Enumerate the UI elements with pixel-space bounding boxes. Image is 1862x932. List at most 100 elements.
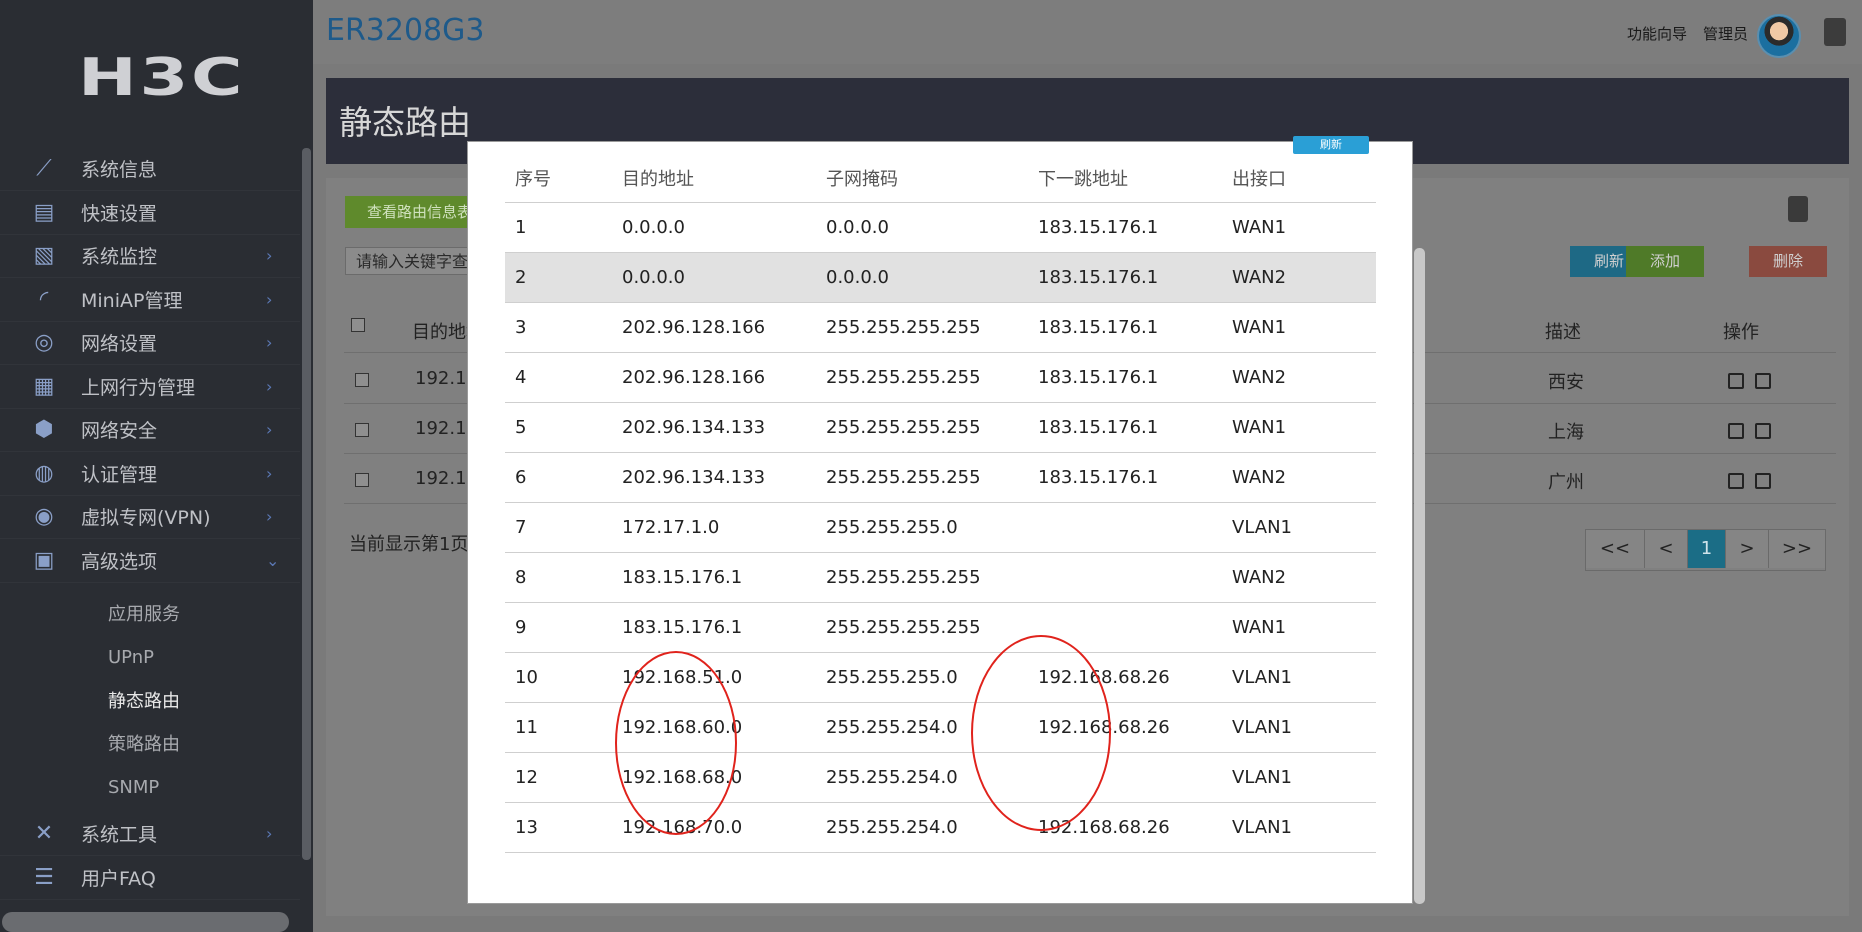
table-row[interactable]: 11 192.168.60.0 255.255.254.0 192.168.68.26… (505, 702, 1376, 753)
nav-item-advanced[interactable]: ▣ 高级选项 ⌄ (0, 538, 300, 583)
table-row[interactable]: 10 192.168.51.0 255.255.255.0 192.168.68.26… (505, 652, 1376, 703)
cell-interface: VLAN1 (1232, 752, 1376, 803)
sidebar-scrollbar[interactable] (302, 148, 311, 860)
cell-interface: WAN1 (1232, 402, 1376, 453)
shield-icon: ⬢ (34, 416, 54, 442)
notebook-icon[interactable] (1824, 18, 1846, 46)
sidebar: H3C ⟋ 系统信息 ▤ 快速设置 ▧ 系统监控 › ◜ MiniAP管理 › … (0, 0, 313, 932)
cell-mask: 255.255.255.255 (826, 452, 1038, 503)
cell-nexthop: 183.15.176.1 (1038, 252, 1232, 303)
edit-icon[interactable] (1728, 423, 1744, 439)
wizard-link[interactable]: 功能向导 (1627, 23, 1687, 44)
page-title: 静态路由 (339, 103, 471, 142)
table-row[interactable]: 9 183.15.176.1 255.255.255.255 WAN1 (505, 602, 1376, 653)
table-row[interactable]: 5 202.96.134.133 255.255.255.255 183.15.176… (505, 402, 1376, 453)
h3c-logo: H3C (78, 48, 246, 108)
next-page-button[interactable]: > (1726, 530, 1769, 568)
nav-item-vpn[interactable]: ◉ 虚拟专网(VPN) › (0, 494, 300, 539)
subnav-policy-route[interactable]: 策略路由 (108, 730, 180, 760)
cell-index: 12 (505, 752, 622, 803)
nav-item-quick-setup[interactable]: ▤ 快速设置 (0, 190, 300, 235)
cell-dest: 192.168.51.0 (622, 652, 826, 703)
nav-item-system-monitor[interactable]: ▧ 系统监控 › (0, 233, 300, 278)
edit-icon[interactable] (1728, 373, 1744, 389)
chevron-down-icon: ⌄ (266, 550, 280, 570)
globe-icon: ◎ (34, 329, 54, 355)
pagination: << < 1 > >> (1585, 529, 1826, 571)
horizontal-scrollbar[interactable] (2, 912, 289, 932)
table-row[interactable]: 4 202.96.128.166 255.255.255.255 183.15.176… (505, 352, 1376, 403)
add-button[interactable]: 添加 (1626, 246, 1704, 277)
nav-label: MiniAP管理 (81, 289, 183, 312)
nav-item-behavior-mgmt[interactable]: ▦ 上网行为管理 › (0, 364, 300, 409)
first-page-button[interactable]: << (1586, 530, 1645, 568)
nav-item-network-security[interactable]: ⬢ 网络安全 › (0, 407, 300, 452)
nav-item-faq[interactable]: ☰ 用户FAQ (0, 855, 300, 900)
last-page-button[interactable]: >> (1769, 530, 1825, 568)
table-row[interactable]: 2 0.0.0.0 0.0.0.0 183.15.176.1 WAN2 (505, 252, 1376, 303)
table-row[interactable]: 13 192.168.70.0 255.255.254.0 192.168.68.26… (505, 802, 1376, 853)
avatar[interactable] (1757, 14, 1801, 58)
table-row[interactable]: 1 0.0.0.0 0.0.0.0 183.15.176.1 WAN1 (505, 202, 1376, 253)
cell-nexthop: 183.15.176.1 (1038, 302, 1232, 353)
page-1-button[interactable]: 1 (1688, 530, 1726, 568)
select-all-checkbox[interactable] (351, 318, 365, 332)
admin-link[interactable]: 管理员 (1703, 23, 1748, 44)
subnav-app-service[interactable]: 应用服务 (108, 600, 180, 630)
trash-icon[interactable] (1755, 423, 1771, 439)
cell-dest: 0.0.0.0 (622, 202, 826, 253)
delete-button[interactable]: 删除 (1749, 246, 1827, 277)
row-checkbox[interactable] (355, 423, 369, 437)
nav-item-system-info[interactable]: ⟋ 系统信息 (0, 146, 300, 191)
nav-item-network-settings[interactable]: ◎ 网络设置 › (0, 320, 300, 365)
nav-label: 用户FAQ (81, 867, 156, 890)
subnav-upnp[interactable]: UPnP (108, 643, 154, 673)
edit-icon[interactable] (1728, 473, 1744, 489)
modal-refresh-button[interactable]: 刷新 (1293, 136, 1369, 154)
cell-mask: 255.255.254.0 (826, 702, 1038, 753)
nav-item-miniap[interactable]: ◜ MiniAP管理 › (0, 277, 300, 322)
nav-item-auth-mgmt[interactable]: ◍ 认证管理 › (0, 451, 300, 496)
subnav-static-route[interactable]: 静态路由 (108, 687, 180, 717)
cell-dest: 183.15.176.1 (622, 602, 826, 653)
chevron-right-icon: › (266, 376, 273, 396)
cell-nexthop: 192.168.68.26 (1038, 702, 1232, 753)
subnav-snmp[interactable]: SNMP (108, 773, 159, 803)
table-row[interactable]: 6 202.96.134.133 255.255.255.255 183.15.176… (505, 452, 1376, 503)
view-route-table-button[interactable]: 查看路由信息表 (345, 196, 481, 228)
chevron-right-icon: › (266, 289, 273, 309)
cell-nexthop (1038, 552, 1232, 603)
cell-nexthop: 192.168.68.26 (1038, 802, 1232, 853)
trash-icon[interactable] (1755, 473, 1771, 489)
nav-label: 高级选项 (81, 550, 158, 573)
chevron-right-icon: › (266, 506, 273, 526)
nav-label: 上网行为管理 (81, 376, 196, 399)
cell-interface: VLAN1 (1232, 652, 1376, 703)
column-header-mask: 子网掩码 (826, 154, 1038, 203)
cell-index: 7 (505, 502, 622, 553)
row-checkbox[interactable] (355, 473, 369, 487)
cell-index: 9 (505, 602, 622, 653)
row-checkbox[interactable] (355, 373, 369, 387)
cell-dest: 192.168.70.0 (622, 802, 826, 853)
table-row[interactable]: 8 183.15.176.1 255.255.255.255 WAN2 (505, 552, 1376, 603)
cell-interface: WAN1 (1232, 302, 1376, 353)
trash-icon[interactable] (1755, 373, 1771, 389)
chevron-right-icon: › (266, 332, 273, 352)
cell-mask: 255.255.255.0 (826, 502, 1038, 553)
cell-interface: WAN2 (1232, 252, 1376, 303)
cell-interface: WAN2 (1232, 452, 1376, 503)
cell-mask: 255.255.254.0 (826, 752, 1038, 803)
cell-mask: 255.255.255.255 (826, 602, 1038, 653)
table-row[interactable]: 3 202.96.128.166 255.255.255.255 183.15.176… (505, 302, 1376, 353)
modal-scrollbar[interactable] (1414, 248, 1425, 904)
nav-item-system-tools[interactable]: ✕ 系统工具 › (0, 811, 300, 856)
cell-interface: WAN2 (1232, 552, 1376, 603)
chevron-right-icon: › (266, 823, 273, 843)
cell-dest: 183.15.176.1 (622, 552, 826, 603)
notebook-icon[interactable] (1788, 196, 1808, 222)
prev-page-button[interactable]: < (1645, 530, 1688, 568)
search-input[interactable]: 请输入关键字查 (345, 247, 481, 275)
table-row[interactable]: 12 192.168.68.0 255.255.254.0 VLAN1 (505, 752, 1376, 803)
table-row[interactable]: 7 172.17.1.0 255.255.255.0 VLAN1 (505, 502, 1376, 553)
